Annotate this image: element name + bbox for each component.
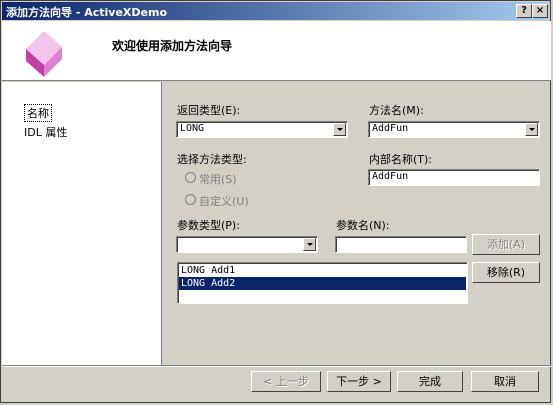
list-item[interactable]: LONG Add2 [179,277,466,290]
help-button[interactable]: ? [516,4,532,18]
welcome-heading: 欢迎使用添加方法向导 [112,39,233,53]
cancel-button[interactable]: 取消 [471,371,539,392]
radio-custom[interactable] [185,194,196,205]
footer-divider [2,365,551,367]
sidebar-item-idl-attributes[interactable]: IDL 属性 [24,124,67,140]
prev-button[interactable]: < 上一步 [251,371,321,392]
wizard-cube-icon [26,31,62,77]
remove-parameter-button[interactable]: 移除(R) [472,262,540,283]
internal-name-field[interactable]: AddFun [368,169,540,186]
param-type-combo[interactable] [176,236,318,253]
parameter-list[interactable]: LONG Add1 LONG Add2 [177,262,468,304]
return-type-label: 返回类型(E): [177,104,241,117]
param-type-label: 参数类型(P): [177,219,240,232]
finish-button[interactable]: 完成 [397,371,463,392]
return-type-combo[interactable]: LONG [176,121,348,138]
return-type-value: LONG [180,123,205,134]
next-button[interactable]: 下一步 > [327,371,391,392]
list-item[interactable]: LONG Add1 [179,264,466,277]
sidebar-item-name[interactable]: 名称 [24,104,52,122]
param-name-label: 参数名(N): [336,219,390,232]
close-button[interactable]: × [532,4,548,18]
wizard-sidebar: 名称 IDL 属性 [2,82,162,365]
chevron-down-icon[interactable] [333,123,346,136]
window-title: 添加方法向导 - ActiveXDemo [6,6,168,19]
chevron-down-icon[interactable] [303,238,316,251]
method-name-label: 方法名(M): [369,104,424,117]
chevron-down-icon[interactable] [525,123,538,136]
radio-common[interactable] [185,172,196,183]
add-parameter-button[interactable]: 添加(A) [472,234,540,255]
add-method-wizard-window: 添加方法向导 - ActiveXDemo ? × 欢迎使用添加方法向导 名称 I… [0,0,551,403]
internal-name-value: AddFun [372,171,409,182]
radio-custom-label: 自定义(U) [199,195,249,208]
param-name-field[interactable] [335,236,467,253]
method-name-combo[interactable]: AddFun [368,121,540,138]
radio-common-label: 常用(S) [199,173,237,186]
method-name-value: AddFun [372,123,409,134]
internal-name-label: 内部名称(T): [369,153,433,166]
method-type-label: 选择方法类型: [177,153,247,166]
title-bar[interactable]: 添加方法向导 - ActiveXDemo ? × [2,2,549,20]
wizard-header: 欢迎使用添加方法向导 [2,21,551,81]
